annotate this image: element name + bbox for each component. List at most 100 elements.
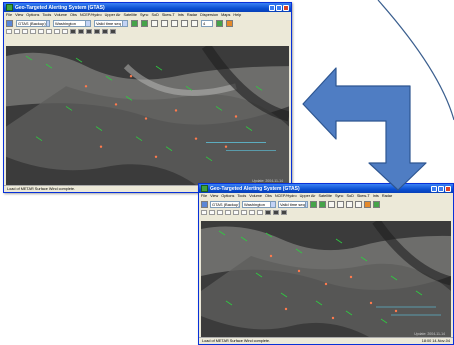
print-icon[interactable] xyxy=(30,29,36,34)
menu-tools[interactable]: Tools xyxy=(42,13,51,17)
status-bar: Load of METAR Surface Wind complete. 18:… xyxy=(199,337,453,344)
menu-view[interactable]: View xyxy=(210,194,218,198)
zoom-icon[interactable] xyxy=(209,210,215,215)
window-title: Geo-Targeted Alerting System (GTAS) xyxy=(210,186,430,192)
undo-icon[interactable] xyxy=(38,29,44,34)
menu-obs[interactable]: Obs xyxy=(70,13,77,17)
status-message: Load of METAR Surface Wind complete. xyxy=(7,187,75,191)
menu-volume[interactable]: Volume xyxy=(249,194,262,198)
pan-icon[interactable] xyxy=(6,29,12,34)
menu-satellite[interactable]: Satellite xyxy=(123,13,137,17)
loop-icon[interactable] xyxy=(131,20,138,27)
prev-frame-icon[interactable] xyxy=(161,20,168,27)
menu-options[interactable]: Options xyxy=(26,13,39,17)
menu-upper-air[interactable]: Upper Air xyxy=(300,194,316,198)
menu-satellite[interactable]: Satellite xyxy=(318,194,332,198)
color-table-icon[interactable] xyxy=(226,20,233,27)
next-frame-icon[interactable] xyxy=(346,201,353,208)
loop-icon[interactable] xyxy=(310,201,317,208)
power-icon[interactable] xyxy=(355,201,362,208)
last-frame-icon[interactable] xyxy=(181,20,188,27)
minimize-button[interactable] xyxy=(269,5,275,11)
satellite-map-view[interactable]: Update: 2004-11-14 xyxy=(201,221,451,338)
color-table-icon[interactable] xyxy=(364,201,371,208)
layer-4-icon[interactable] xyxy=(94,29,100,34)
time-mode-select[interactable]: Valid time seq xyxy=(278,201,308,208)
first-frame-icon[interactable] xyxy=(328,201,335,208)
menu-skewt[interactable]: Skew-T xyxy=(162,13,175,17)
layer-3-icon[interactable] xyxy=(281,210,287,215)
minimize-button[interactable] xyxy=(431,186,437,192)
redo-icon[interactable] xyxy=(241,210,247,215)
menu-sod[interactable]: SoD xyxy=(346,194,353,198)
scale-select[interactable]: GTAS (Backup) xyxy=(210,201,240,208)
refresh-icon[interactable] xyxy=(319,201,326,208)
scale-icon[interactable] xyxy=(201,201,208,208)
menu-ncep[interactable]: NCEP/Hydro xyxy=(275,194,297,198)
gtas-window-secondary: Geo-Targeted Alerting System (GTAS) File… xyxy=(198,183,454,345)
time-mode-select[interactable]: Valid time seq xyxy=(94,20,128,27)
scale-icon[interactable] xyxy=(6,20,13,27)
layer-1-icon[interactable] xyxy=(265,210,271,215)
menu-ncep[interactable]: NCEP/Hydro xyxy=(80,13,102,17)
satellite-map-view[interactable]: Update: 2004-11-14 xyxy=(6,46,289,185)
print-icon[interactable] xyxy=(225,210,231,215)
frame-count-select[interactable]: 4 xyxy=(201,20,213,27)
refresh-icon[interactable] xyxy=(141,20,148,27)
menu-file[interactable]: File xyxy=(6,13,12,17)
menu-help[interactable]: Help xyxy=(233,13,241,17)
menu-sync[interactable]: Sync xyxy=(335,194,343,198)
chevron-down-icon xyxy=(122,21,127,26)
layer-3-icon[interactable] xyxy=(86,29,92,34)
menu-obs[interactable]: Obs xyxy=(265,194,272,198)
update-label: Update: 2004-11-14 xyxy=(414,332,445,336)
scale-select[interactable]: GTAS (Backup) xyxy=(16,20,50,27)
menu-sod[interactable]: SoD xyxy=(151,13,158,17)
menu-ints[interactable]: Ints xyxy=(178,13,184,17)
close-button[interactable] xyxy=(445,186,451,192)
menu-sync[interactable]: Sync xyxy=(140,13,148,17)
select-icon[interactable] xyxy=(257,210,263,215)
menu-maps[interactable]: Maps xyxy=(221,13,230,17)
maximize-button[interactable] xyxy=(438,186,444,192)
first-frame-icon[interactable] xyxy=(151,20,158,27)
zoom-icon[interactable] xyxy=(14,29,20,34)
menu-radar[interactable]: Radar xyxy=(187,13,197,17)
redo-icon[interactable] xyxy=(46,29,52,34)
pan-icon[interactable] xyxy=(201,210,207,215)
next-frame-icon[interactable] xyxy=(171,20,178,27)
menu-skewt[interactable]: Skew-T xyxy=(357,194,370,198)
grid-icon[interactable] xyxy=(217,210,223,215)
select-icon[interactable] xyxy=(62,29,68,34)
layer-5-icon[interactable] xyxy=(102,29,108,34)
close-button[interactable] xyxy=(283,5,289,11)
menu-view[interactable]: View xyxy=(15,13,23,17)
location-select[interactable]: Washington xyxy=(242,201,276,208)
menu-upper-air[interactable]: Upper Air xyxy=(105,13,121,17)
power-icon[interactable] xyxy=(191,20,198,27)
layer-6-icon[interactable] xyxy=(110,29,116,34)
crosshair-icon[interactable] xyxy=(54,29,60,34)
gtas-window-main: Geo-Targeted Alerting System (GTAS) File… xyxy=(3,2,292,193)
location-select[interactable]: Washington xyxy=(53,20,91,27)
layer-2-icon[interactable] xyxy=(273,210,279,215)
chevron-down-icon xyxy=(305,202,307,207)
menu-file[interactable]: File xyxy=(201,194,207,198)
app-icon xyxy=(6,4,13,11)
menu-tools[interactable]: Tools xyxy=(237,194,246,198)
menu-radar[interactable]: Radar xyxy=(382,194,392,198)
prev-frame-icon[interactable] xyxy=(337,201,344,208)
maximize-button[interactable] xyxy=(276,5,282,11)
secondary-toolbar xyxy=(199,209,453,216)
layer-1-icon[interactable] xyxy=(70,29,76,34)
status-message: Load of METAR Surface Wind complete. xyxy=(202,339,270,343)
menu-ints[interactable]: Ints xyxy=(373,194,379,198)
grid-icon[interactable] xyxy=(22,29,28,34)
crosshair-icon[interactable] xyxy=(249,210,255,215)
menu-dispersion[interactable]: Dispersion xyxy=(200,13,218,17)
layer-2-icon[interactable] xyxy=(78,29,84,34)
status-ok-icon xyxy=(216,20,223,27)
menu-volume[interactable]: Volume xyxy=(54,13,67,17)
undo-icon[interactable] xyxy=(233,210,239,215)
menu-options[interactable]: Options xyxy=(221,194,234,198)
